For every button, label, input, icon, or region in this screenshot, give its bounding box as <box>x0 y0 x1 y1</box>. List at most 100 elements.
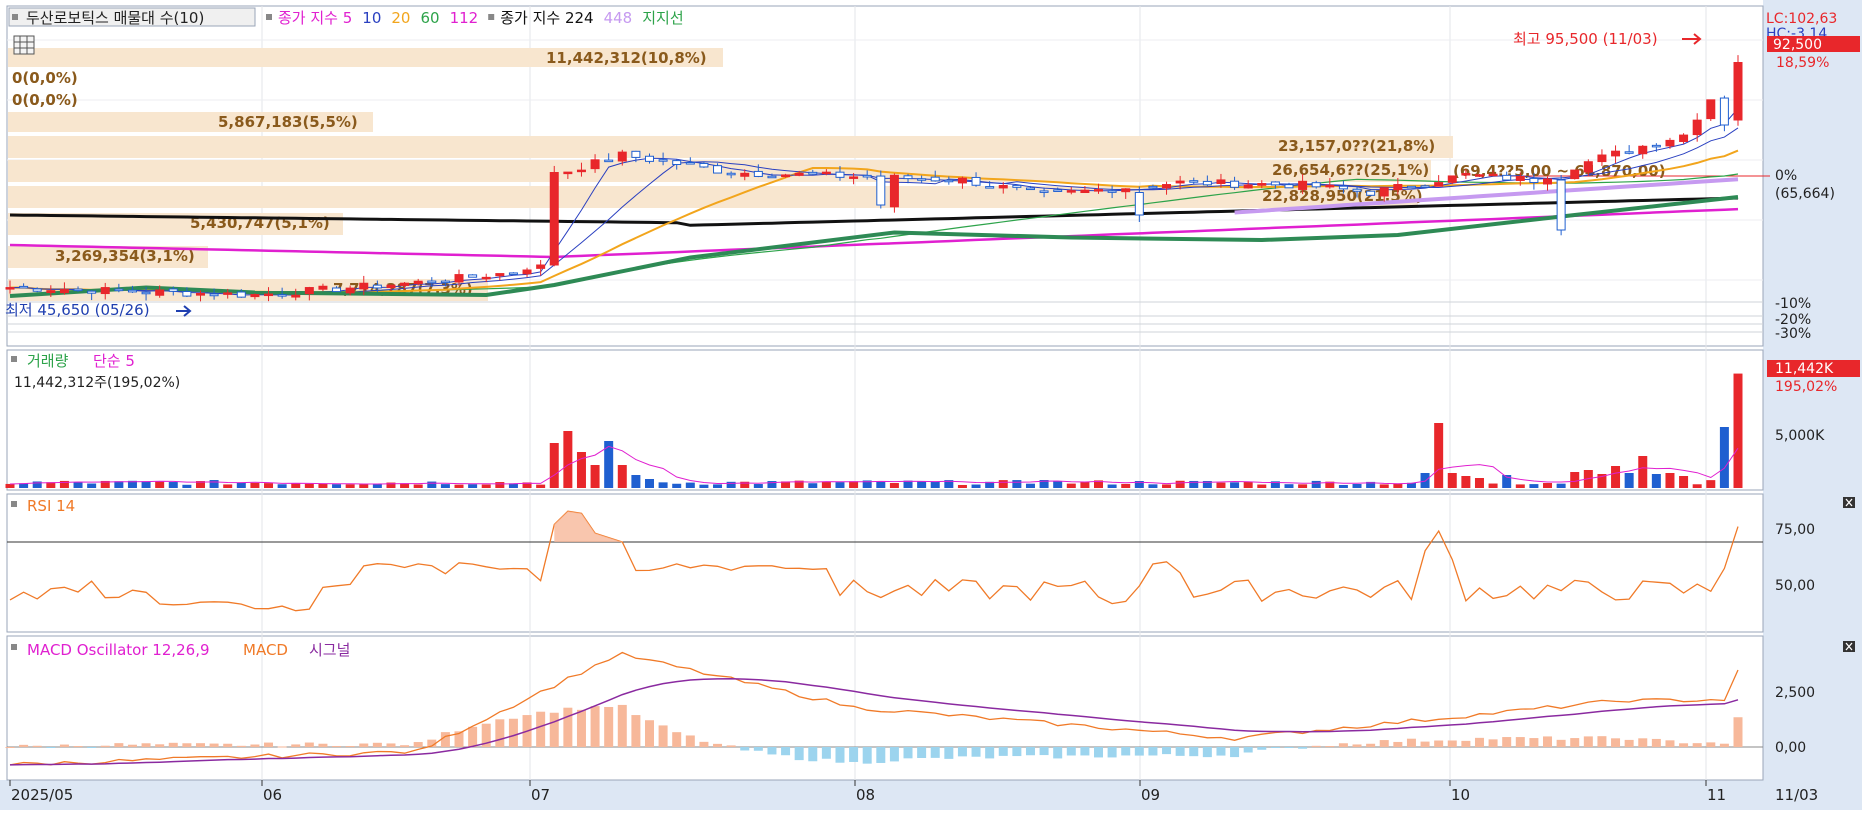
macd-oscillator-bar <box>141 743 151 747</box>
macd-legend-3: 시그널 <box>309 641 350 659</box>
volume-bar <box>413 484 423 488</box>
volume-bar <box>1025 483 1035 488</box>
legend-marker <box>266 14 272 20</box>
macd-oscillator-bar <box>1257 747 1267 750</box>
candle-body <box>1406 185 1416 189</box>
volume-bar <box>726 481 736 488</box>
volume-menu-icon[interactable] <box>11 356 17 362</box>
chart-window[interactable]: 11,442,312(10,8%) 5,867,183(5,5%) 23,157,0… <box>0 0 1862 810</box>
grid-icon[interactable] <box>13 35 35 55</box>
macd-oscillator-bar <box>930 747 940 758</box>
panel-menu-icon[interactable] <box>12 14 18 20</box>
candle-body <box>1706 99 1716 120</box>
macd-oscillator-bar <box>1679 743 1689 747</box>
candle-body <box>508 272 518 275</box>
candle-body <box>1298 180 1308 190</box>
candle-body <box>522 269 532 275</box>
volume-bar <box>1488 483 1498 488</box>
max-price-label: 최고 95,500 (11/03) <box>1513 30 1658 48</box>
close-icon[interactable] <box>1843 497 1855 508</box>
candle-body <box>1107 190 1117 193</box>
macd-oscillator-bar <box>19 744 29 747</box>
candle-body <box>930 176 940 182</box>
volume-bar <box>155 481 165 488</box>
candle-body <box>1665 139 1675 147</box>
volume-bar <box>1556 483 1566 488</box>
candle-body <box>1311 182 1321 188</box>
macd-oscillator-bar <box>1638 738 1648 747</box>
volume-bar <box>876 481 886 488</box>
macd-oscillator-bar <box>155 744 165 747</box>
macd-oscillator-bar <box>590 706 600 747</box>
volume-bar <box>1611 466 1621 488</box>
volume-bar <box>835 482 845 488</box>
candle-body <box>563 171 573 175</box>
candle-body <box>794 172 804 176</box>
candle-body <box>808 171 818 175</box>
candle-body <box>1543 178 1553 185</box>
candle-body <box>1257 183 1267 186</box>
candle-body <box>1039 190 1049 193</box>
candle-body <box>876 175 886 206</box>
candle-body <box>631 150 641 158</box>
candle-body <box>1488 173 1498 177</box>
candle-body <box>685 162 695 165</box>
candle-body <box>1624 151 1634 154</box>
volume-bar <box>1529 484 1539 488</box>
macd-oscillator-bar <box>100 745 110 747</box>
chart-canvas[interactable]: 11,442,312(10,8%) 5,867,183(5,5%) 23,157,0… <box>0 0 1862 810</box>
rsi-menu-icon[interactable] <box>11 501 17 507</box>
macd-oscillator-bar <box>1474 737 1484 747</box>
candle-body <box>1189 180 1199 183</box>
volume-bar <box>658 482 668 488</box>
volume-bar <box>1230 482 1240 488</box>
macd-oscillator-bar <box>372 742 382 747</box>
volume-bar <box>250 482 260 488</box>
right-pct-label: 0% <box>1775 168 1797 184</box>
candle-body <box>1679 134 1689 142</box>
macd-oscillator-bar <box>944 747 954 759</box>
volume-bar <box>753 484 763 488</box>
volume-bar <box>821 481 831 488</box>
candle-body <box>1393 184 1403 191</box>
macd-oscillator-bar <box>1107 747 1117 758</box>
macd-oscillator-bar <box>1719 743 1729 747</box>
candle-body <box>1474 174 1484 177</box>
candle-body <box>372 284 382 289</box>
volume-bar <box>617 465 627 488</box>
candle-body <box>454 274 464 283</box>
candle-body <box>998 185 1008 189</box>
macd-menu-icon[interactable] <box>11 644 17 650</box>
volume-bar <box>1284 484 1294 488</box>
macd-oscillator-bar <box>644 720 654 747</box>
volume-bar <box>536 484 546 488</box>
candle-body <box>971 176 981 186</box>
lc-label: LC:102,63 <box>1766 11 1837 27</box>
macd-oscillator-bar <box>889 747 899 762</box>
close-icon[interactable] <box>1843 641 1855 652</box>
macd-oscillator-bar <box>1162 747 1172 755</box>
candle-body <box>345 287 355 294</box>
macd-oscillator-bar <box>386 743 396 747</box>
candle-body <box>767 175 777 179</box>
candle-body <box>155 289 165 296</box>
candle-body <box>903 175 913 180</box>
volume-bar <box>1080 481 1090 488</box>
candle-body <box>1270 181 1280 186</box>
macd-oscillator-bar <box>821 747 831 759</box>
candle-body <box>304 287 314 295</box>
macd-oscillator-bar <box>1434 740 1444 747</box>
candle-body <box>1638 145 1648 155</box>
volume-bar <box>1148 484 1158 488</box>
candle-body <box>658 159 668 162</box>
candle-body <box>182 291 192 297</box>
macd-oscillator-bar <box>400 745 410 747</box>
macd-oscillator-bar <box>1039 747 1049 756</box>
volume-profile-label: 23,157,0??(21,8%) <box>1278 137 1435 155</box>
macd-oscillator-bar <box>1080 747 1090 756</box>
volume-bar <box>1162 484 1172 488</box>
volume-bar <box>454 484 464 488</box>
macd-oscillator-bar <box>1338 743 1348 747</box>
volume-bar <box>73 482 83 488</box>
candle-body <box>1053 189 1063 192</box>
